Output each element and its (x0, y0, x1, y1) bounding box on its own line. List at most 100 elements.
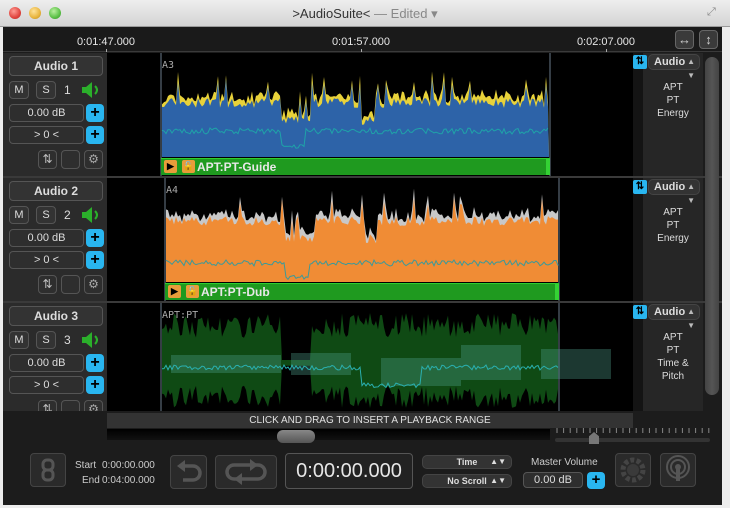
timeline-ruler[interactable]: 0:01:47.000 0:01:57.000 0:02:07.000 ↔ ↕ (3, 27, 722, 52)
end-time-value[interactable]: 0:04:00.000 (102, 475, 155, 486)
vertical-scrollbar[interactable] (705, 57, 719, 395)
start-label: Start (75, 460, 97, 471)
pan-field[interactable]: > 0 < (9, 376, 84, 394)
end-label: End (82, 475, 100, 486)
swap-arrows-icon: ⇅ (635, 56, 645, 67)
clip-bar[interactable]: ▶ 🔓 APT:PT-Guide (161, 158, 550, 175)
waveform-label: APT:PT (162, 310, 199, 321)
plugin-label-line: Energy (657, 233, 689, 244)
waveform-area[interactable]: A3 ▶ 🔓 APT:PT-Guide (107, 53, 633, 176)
settings-button[interactable] (615, 453, 651, 487)
plugin-label: APT PT Energy (643, 206, 703, 245)
ruler-tick-label: 0:02:07.000 (576, 36, 636, 48)
updown-arrows-icon: ▲▼ (490, 476, 506, 485)
swap-output-button[interactable]: ⇅ (633, 305, 647, 319)
mute-button[interactable]: M (9, 331, 29, 349)
output-select[interactable]: Audio ▲ ▼ (648, 54, 700, 80)
swap-arrows-icon: ⇅ (635, 181, 645, 192)
plugin-label-line: PT (666, 95, 680, 106)
pan-field[interactable]: > 0 < (9, 126, 84, 144)
gain-field[interactable]: 0.00 dB (9, 354, 84, 372)
clip-end-handle[interactable] (546, 159, 550, 175)
link-button[interactable] (30, 453, 66, 487)
edited-status[interactable]: — Edited (374, 6, 427, 21)
pan-plus-button[interactable]: + (86, 376, 104, 394)
track-settings-button[interactable]: ⚙ (84, 275, 103, 294)
swap-order-button[interactable]: ⇅ (38, 275, 57, 294)
playback-range-bar[interactable]: CLICK AND DRAG TO INSERT A PLAYBACK RANG… (107, 413, 633, 428)
output-select[interactable]: Audio ▲ ▼ (648, 179, 700, 205)
loop-button[interactable] (215, 455, 277, 489)
broadcast-icon (666, 455, 690, 481)
pan-plus-button[interactable]: + (86, 251, 104, 269)
mute-button[interactable]: M (9, 206, 29, 224)
link-icon (41, 458, 55, 482)
chevron-down-icon[interactable]: ▾ (431, 6, 438, 21)
track-number: 2 (64, 208, 71, 222)
speaker-icon[interactable] (81, 331, 103, 349)
ruler-tick (106, 49, 107, 52)
pan-plus-button[interactable]: + (86, 126, 104, 144)
output-select[interactable]: Audio ▲ ▼ (648, 304, 700, 330)
fullscreen-icon[interactable]: ⤢ (707, 6, 720, 19)
ruler-tick (606, 49, 607, 52)
plugin-gutter (633, 303, 643, 426)
solo-button[interactable]: S (36, 331, 56, 349)
mute-button[interactable]: M (9, 81, 29, 99)
track-name[interactable]: Audio 3 (9, 306, 103, 326)
master-volume-plus-button[interactable]: + (587, 472, 605, 489)
ruler-tick-label: 0:01:47.000 (76, 36, 136, 48)
swap-order-button[interactable]: ⇅ (38, 150, 57, 169)
solo-button[interactable]: S (36, 81, 56, 99)
start-time-value[interactable]: 0:00:00.000 (102, 460, 155, 471)
gain-plus-button[interactable]: + (86, 229, 104, 247)
ruler-tick-label: 0:01:57.000 (331, 36, 391, 48)
updown-arrows-icon: ▲▼ (490, 457, 506, 466)
pan-field[interactable]: > 0 < (9, 251, 84, 269)
gain-plus-button[interactable]: + (86, 104, 104, 122)
plugin-label-line: Pitch (661, 371, 685, 382)
waveform-area[interactable]: APT:PT (107, 303, 633, 426)
clip-bar[interactable]: ▶ 🔓 APT:PT-Dub (165, 283, 559, 300)
clip-name: APT:PT-Guide (197, 160, 277, 174)
track-number: 3 (64, 333, 71, 347)
horizontal-arrows-icon: ↔ (678, 32, 691, 47)
gain-field[interactable]: 0.00 dB (9, 229, 84, 247)
play-clip-button[interactable]: ▶ (164, 160, 177, 173)
plugin-label: APT PT Time & Pitch (643, 331, 703, 383)
swap-output-button[interactable]: ⇅ (633, 180, 647, 194)
horizontal-scrollbar[interactable] (107, 429, 550, 440)
scroll-mode-select[interactable]: No Scroll ▲▼ (422, 474, 512, 488)
speaker-icon[interactable] (81, 81, 103, 99)
lock-button[interactable] (61, 275, 80, 294)
pitch-region (541, 349, 611, 379)
solo-button[interactable]: S (36, 206, 56, 224)
time-format-select[interactable]: Time ▲▼ (422, 455, 512, 469)
zoom-slider[interactable] (555, 438, 710, 442)
gain-plus-button[interactable]: + (86, 354, 104, 372)
play-clip-button[interactable]: ▶ (168, 285, 181, 298)
waveform-area[interactable]: A4 ▶ 🔓 APT:PT-Dub (107, 178, 633, 301)
track-name[interactable]: Audio 2 (9, 181, 103, 201)
swap-output-button[interactable]: ⇅ (633, 55, 647, 69)
swap-arrows-icon: ⇅ (42, 277, 53, 291)
track-settings-button[interactable]: ⚙ (84, 150, 103, 169)
swap-arrows-icon: ⇅ (42, 152, 53, 166)
unlock-icon[interactable]: 🔓 (182, 160, 195, 173)
speaker-icon[interactable] (81, 206, 103, 224)
track-name[interactable]: Audio 1 (9, 56, 103, 76)
fit-height-button[interactable]: ↕ (699, 30, 718, 49)
rewind-button[interactable] (170, 455, 207, 489)
fit-width-button[interactable]: ↔ (675, 30, 694, 49)
waveform-label: A3 (162, 60, 175, 71)
plugin-gutter (633, 53, 643, 176)
master-volume-field[interactable]: 0.00 dB (523, 472, 583, 488)
plugin-label-line: PT (666, 345, 680, 356)
gain-field[interactable]: 0.00 dB (9, 104, 84, 122)
unlock-icon[interactable]: 🔓 (186, 285, 199, 298)
lock-button[interactable] (61, 150, 80, 169)
clip-end-handle[interactable] (555, 284, 559, 300)
horizontal-scroll-thumb[interactable] (277, 430, 316, 443)
return-icon (177, 460, 202, 482)
broadcast-button[interactable] (660, 453, 696, 487)
